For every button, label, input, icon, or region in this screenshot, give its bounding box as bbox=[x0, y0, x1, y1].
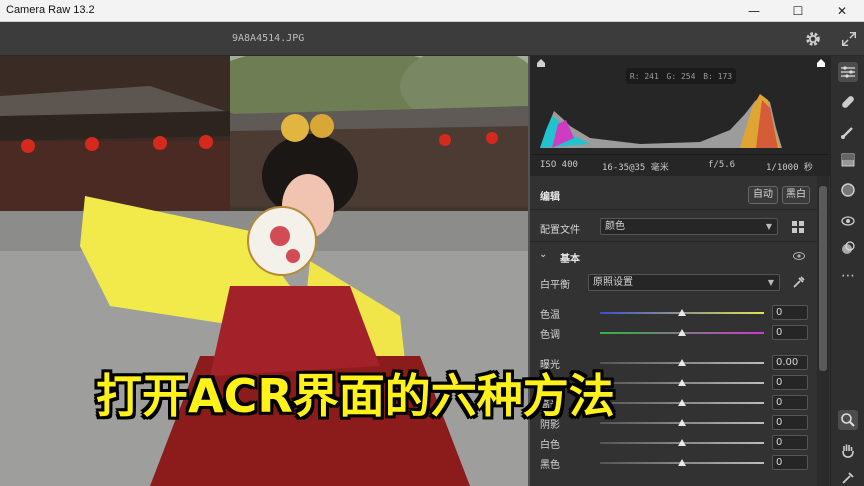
slider-row: 黑色 0 bbox=[530, 454, 830, 472]
tool-rail: ⋯ bbox=[830, 56, 864, 486]
edit-header: 编辑 自动 黑白 bbox=[530, 180, 830, 210]
slider-label: 黑色 bbox=[540, 460, 560, 471]
blue-value: B: 173 bbox=[703, 71, 733, 81]
video-caption: 打开ACR界面的六种方法 bbox=[96, 369, 615, 423]
presets-icon[interactable] bbox=[838, 238, 858, 258]
slider-value-field[interactable]: 0 bbox=[772, 435, 808, 450]
eyedropper-icon[interactable] bbox=[838, 468, 858, 486]
close-button[interactable]: ✕ bbox=[820, 0, 864, 22]
red-value: R: 241 bbox=[629, 71, 659, 81]
redeye-icon[interactable] bbox=[838, 210, 858, 230]
shutter-label: 1/1000 秒 bbox=[766, 163, 813, 173]
white-balance-value: 原照设置 bbox=[593, 277, 633, 288]
iso-label: ISO 400 bbox=[540, 160, 578, 170]
slider-value-field[interactable]: 0 bbox=[772, 415, 808, 430]
slider-label: 色温 bbox=[540, 310, 560, 321]
profile-browser-icon[interactable] bbox=[792, 221, 806, 233]
edit-sliders-icon[interactable] bbox=[838, 62, 858, 82]
slider-label: 色调 bbox=[540, 330, 560, 341]
eyedropper-icon[interactable] bbox=[792, 275, 806, 289]
filename-label: 9A8A4514.JPG bbox=[232, 33, 305, 44]
brush-icon[interactable] bbox=[838, 122, 858, 142]
slider-thumb[interactable] bbox=[678, 309, 686, 316]
white-balance-label: 白平衡 bbox=[540, 280, 570, 291]
slider-row: 色温 0 bbox=[530, 304, 830, 322]
auto-button[interactable]: 自动 bbox=[748, 186, 778, 204]
slider-value-field[interactable]: 0 bbox=[772, 395, 808, 410]
chevron-down-icon[interactable]: ⌄ bbox=[539, 249, 547, 260]
slider-value-field[interactable]: 0.00 bbox=[772, 355, 808, 370]
slider-thumb[interactable] bbox=[678, 329, 686, 336]
profile-select[interactable]: 颜色 ▼ bbox=[600, 218, 778, 235]
profile-label: 配置文件 bbox=[540, 225, 580, 236]
eye-icon[interactable] bbox=[793, 252, 805, 260]
white-balance-select[interactable]: 原照设置 ▼ bbox=[588, 274, 780, 291]
minimize-button[interactable]: — bbox=[732, 0, 776, 22]
chevron-down-icon: ▼ bbox=[765, 222, 772, 231]
profile-row: 配置文件 颜色 ▼ bbox=[530, 212, 830, 242]
basic-heading: 基本 bbox=[560, 254, 580, 265]
slider-value-field[interactable]: 0 bbox=[772, 325, 808, 340]
slider-thumb[interactable] bbox=[678, 459, 686, 466]
scrollbar-thumb[interactable] bbox=[819, 186, 827, 371]
window-title: Camera Raw 13.2 bbox=[6, 4, 95, 16]
histogram: R: 241 G: 254 B: 173 bbox=[530, 56, 830, 154]
window-titlebar: Camera Raw 13.2 — ☐ ✕ bbox=[0, 0, 864, 22]
zoom-icon[interactable] bbox=[838, 410, 858, 430]
top-bar: 9A8A4514.JPG bbox=[0, 22, 864, 56]
slider-value-field[interactable]: 0 bbox=[772, 305, 808, 320]
slider-value-field[interactable]: 0 bbox=[772, 375, 808, 390]
hand-icon[interactable] bbox=[838, 440, 858, 460]
green-value: G: 254 bbox=[666, 71, 696, 81]
fullscreen-icon[interactable] bbox=[840, 30, 858, 48]
healing-icon[interactable] bbox=[838, 92, 858, 112]
slider-value-field[interactable]: 0 bbox=[772, 455, 808, 470]
lens-label: 16-35@35 毫米 bbox=[602, 163, 669, 173]
chevron-down-icon: ▼ bbox=[767, 278, 774, 287]
basic-header[interactable]: ⌄ 基本 bbox=[530, 244, 830, 268]
slider-thumb[interactable] bbox=[678, 439, 686, 446]
gradient-icon[interactable] bbox=[838, 150, 858, 170]
gear-icon[interactable] bbox=[804, 30, 822, 48]
rgb-readout: R: 241 G: 254 B: 173 bbox=[626, 68, 736, 84]
slider-label: 白色 bbox=[540, 440, 560, 451]
slider-row: 色调 0 bbox=[530, 324, 830, 342]
more-icon[interactable]: ⋯ bbox=[838, 266, 858, 286]
radial-icon[interactable] bbox=[838, 180, 858, 200]
profile-value: 颜色 bbox=[605, 221, 625, 232]
aperture-label: f/5.6 bbox=[708, 160, 736, 170]
black-white-button[interactable]: 黑白 bbox=[782, 186, 810, 204]
panel-scrollbar[interactable] bbox=[817, 176, 829, 486]
exif-info: ISO 400 16-35@35 毫米 f/5.6 1/1000 秒 bbox=[530, 154, 830, 176]
maximize-button[interactable]: ☐ bbox=[776, 0, 820, 22]
slider-row: 白色 0 bbox=[530, 434, 830, 452]
edit-heading: 编辑 bbox=[540, 192, 560, 203]
white-balance-row: 白平衡 原照设置 ▼ bbox=[530, 270, 830, 294]
